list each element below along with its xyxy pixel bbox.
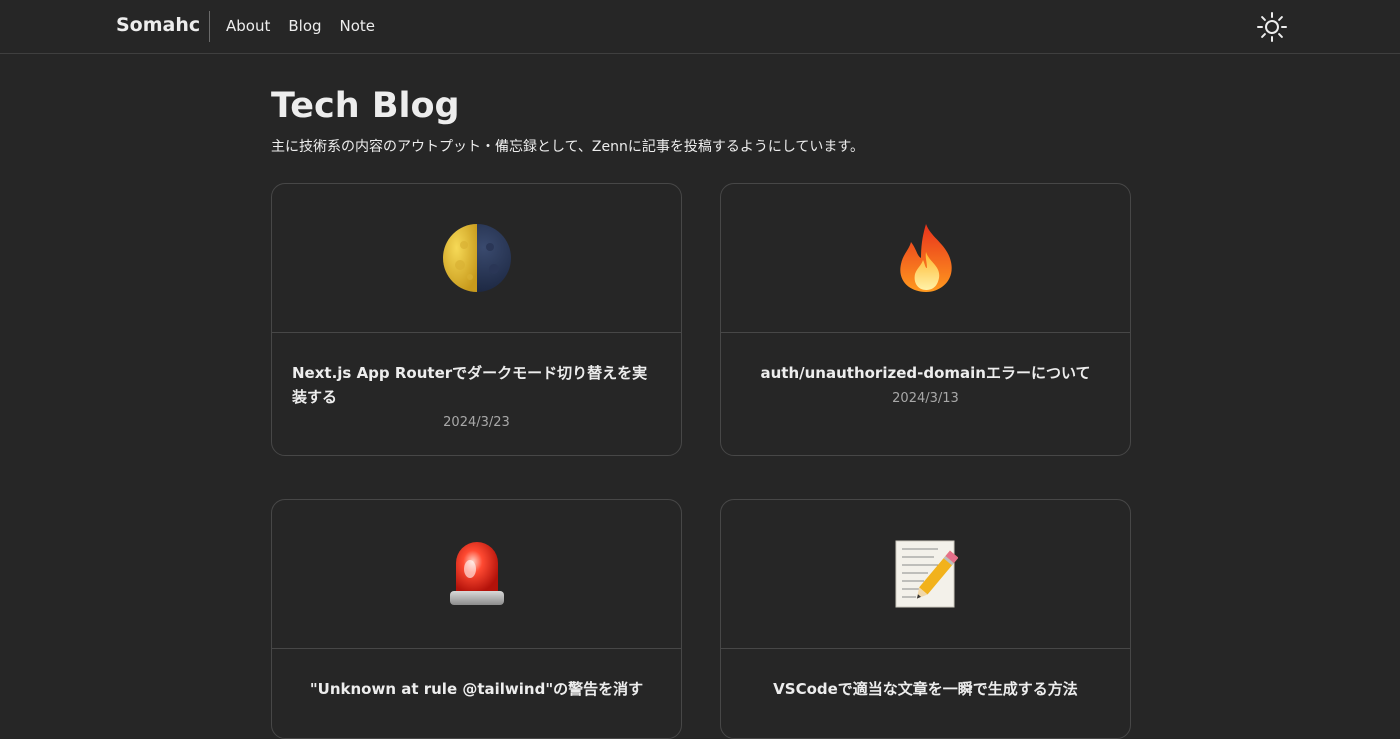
theme-toggle-button[interactable] (1256, 11, 1288, 43)
article-card-body: VSCodeで適当な文章を一瞬で生成する方法 (721, 649, 1130, 701)
site-header: Somahc About Blog Note (0, 0, 1400, 54)
moon-icon (442, 224, 511, 292)
page-description: 主に技術系の内容のアウトプット・備忘録として、Zennに記事を投稿するようにして… (271, 139, 865, 155)
article-emoji-area (721, 500, 1130, 649)
siren-icon (449, 542, 504, 605)
nav-link-blog[interactable]: Blog (288, 17, 321, 35)
nav-link-note[interactable]: Note (340, 17, 376, 35)
article-date: 2024/3/13 (892, 391, 959, 406)
article-card-body: Next.js App Routerでダークモード切り替えを実装する 2024/… (272, 333, 681, 430)
article-card[interactable]: VSCodeで適当な文章を一瞬で生成する方法 (720, 499, 1131, 739)
article-card[interactable]: Next.js App Routerでダークモード切り替えを実装する 2024/… (271, 183, 682, 456)
article-card[interactable]: auth/unauthorized-domainエラーについて 2024/3/1… (720, 183, 1131, 456)
article-title: "Unknown at rule @tailwind"の警告を消す (309, 680, 644, 698)
article-date: 2024/3/23 (443, 415, 510, 430)
article-card-body: auth/unauthorized-domainエラーについて 2024/3/1… (721, 333, 1130, 406)
article-title: auth/unauthorized-domainエラーについて (760, 364, 1091, 382)
sun-icon (1257, 12, 1287, 42)
article-emoji-area (272, 500, 681, 649)
brand-logo-link[interactable]: Somahc (116, 14, 200, 36)
header-divider (209, 11, 210, 42)
article-emoji-area (272, 184, 681, 333)
page-title: Tech Blog (271, 86, 460, 126)
article-emoji-area (721, 184, 1130, 333)
nav-link-about[interactable]: About (226, 17, 270, 35)
memo-icon (895, 540, 958, 608)
fire-icon (899, 224, 952, 292)
article-card-body: "Unknown at rule @tailwind"の警告を消す (272, 649, 681, 701)
article-title: Next.js App Routerでダークモード切り替えを実装する (292, 364, 648, 406)
article-title: VSCodeで適当な文章を一瞬で生成する方法 (773, 680, 1078, 698)
article-card[interactable]: "Unknown at rule @tailwind"の警告を消す (271, 499, 682, 739)
main-nav: About Blog Note (226, 17, 375, 35)
